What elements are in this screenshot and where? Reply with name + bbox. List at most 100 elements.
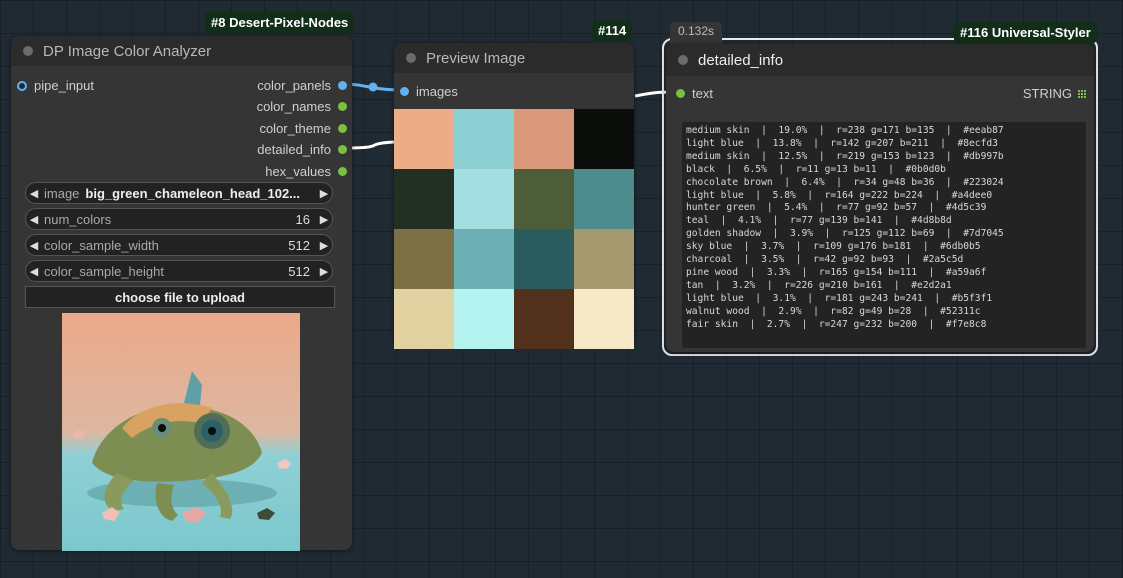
info-line: pine wood | 3.3% | r=165 g=154 b=111 | #…: [686, 266, 987, 278]
arrow-right-icon[interactable]: ▶: [316, 265, 332, 278]
color-swatch: [574, 109, 634, 169]
arrow-right-icon[interactable]: ▶: [316, 239, 332, 252]
color-swatch: [454, 229, 514, 289]
output-label: color_theme: [259, 121, 331, 136]
node-116-title-bar[interactable]: detailed_info: [666, 44, 1094, 76]
output-color-theme[interactable]: color_theme: [259, 121, 347, 136]
input-slot-dot-icon[interactable]: [17, 80, 27, 91]
info-line: light blue | 5.8% | r=164 g=222 b=224 | …: [686, 189, 993, 201]
collapse-dot-icon[interactable]: [23, 46, 33, 56]
node-8-badge: #8 Desert-Pixel-Nodes: [205, 12, 355, 33]
widget-label: color_sample_width: [44, 237, 159, 253]
input-label: text: [692, 86, 713, 101]
output-hex-values[interactable]: hex_values: [265, 164, 347, 179]
detailed-info-textarea[interactable]: medium skin | 19.0% | r=238 g=171 b=135 …: [682, 122, 1086, 348]
output-slot-dot-icon[interactable]: [338, 167, 347, 176]
input-images[interactable]: images: [400, 84, 458, 99]
input-slot-dot-icon[interactable]: [400, 87, 409, 96]
info-line: black | 6.5% | r=11 g=13 b=11 | #0b0d0b: [686, 163, 946, 175]
color-swatch: [514, 109, 574, 169]
output-slot-dot-icon[interactable]: [338, 81, 347, 90]
output-slot-dot-icon[interactable]: [338, 124, 347, 133]
info-line: fair skin | 2.7% | r=247 g=232 b=200 | #…: [686, 318, 987, 330]
output-detailed-info[interactable]: detailed_info: [257, 142, 347, 157]
color-swatch: [454, 109, 514, 169]
upload-button[interactable]: choose file to upload: [25, 286, 335, 308]
output-label: STRING: [1022, 86, 1072, 101]
num-colors-value: 16: [295, 211, 310, 227]
node-116-badge: #116 Universal-Styler: [954, 22, 1097, 43]
color-swatch: [394, 109, 454, 169]
output-slot-dot-icon[interactable]: [338, 102, 347, 111]
node-detailed-info[interactable]: detailed_info text STRING medium skin | …: [666, 44, 1094, 352]
node-preview-image[interactable]: Preview Image images: [394, 43, 634, 349]
widget-label: num_colors: [44, 211, 112, 227]
arrow-left-icon[interactable]: ◀: [26, 187, 42, 200]
execution-time-label: 0.132s: [670, 22, 723, 46]
color-sample-width-widget[interactable]: ◀ color_sample_width 512 ▶: [25, 234, 333, 256]
info-line: light blue | 13.8% | r=142 g=207 b=211 |…: [686, 137, 998, 149]
node-8-title-bar[interactable]: DP Image Color Analyzer: [11, 36, 352, 66]
widget-label: image: [44, 185, 80, 201]
info-line: medium skin | 12.5% | r=219 g=153 b=123 …: [686, 150, 1004, 162]
node-116-title: detailed_info: [698, 51, 784, 69]
sample-height-value: 512: [288, 263, 310, 279]
output-color-panels[interactable]: color_panels: [257, 78, 347, 93]
color-swatch: [394, 169, 454, 229]
output-color-names[interactable]: color_names: [257, 99, 347, 114]
color-swatch: [514, 289, 574, 349]
output-label: detailed_info: [257, 142, 331, 157]
info-line: walnut wood | 2.9% | r=82 g=49 b=28 | #5…: [686, 305, 981, 317]
info-line: golden shadow | 3.9% | r=125 g=112 b=69 …: [686, 228, 1004, 240]
color-swatch: [454, 169, 514, 229]
node-dp-image-color-analyzer[interactable]: DP Image Color Analyzer pipe_input color…: [11, 36, 352, 551]
collapse-dot-icon[interactable]: [406, 53, 416, 63]
output-slot-dot-icon[interactable]: [338, 145, 347, 154]
output-label: hex_values: [265, 164, 331, 179]
node-8-title: DP Image Color Analyzer: [43, 42, 212, 60]
info-line: light blue | 3.1% | r=181 g=243 b=241 | …: [686, 292, 993, 304]
color-swatch: [394, 229, 454, 289]
color-swatch: [574, 289, 634, 349]
grid-slot-icon[interactable]: [1078, 89, 1086, 98]
info-line: charcoal | 3.5% | r=42 g=92 b=93 | #2a5c…: [686, 254, 964, 266]
widget-label: color_sample_height: [44, 263, 164, 279]
collapse-dot-icon[interactable]: [678, 55, 688, 65]
arrow-left-icon[interactable]: ◀: [26, 213, 42, 226]
arrow-left-icon[interactable]: ◀: [26, 239, 42, 252]
input-label: pipe_input: [34, 78, 94, 93]
color-swatch: [454, 289, 514, 349]
color-swatch: [514, 169, 574, 229]
color-swatch: [574, 229, 634, 289]
sample-width-value: 512: [288, 237, 310, 253]
info-line: hunter green | 5.4% | r=77 g=92 b=57 | #…: [686, 202, 987, 214]
color-swatch: [574, 169, 634, 229]
input-label: images: [416, 84, 458, 99]
color-swatch-grid: [394, 109, 634, 349]
output-string[interactable]: STRING: [1023, 86, 1086, 101]
link-midpoint-handle[interactable]: [368, 82, 378, 92]
image-combo-widget[interactable]: ◀ image big_green_chameleon_head_102... …: [25, 182, 333, 204]
arrow-right-icon[interactable]: ▶: [316, 213, 332, 226]
num-colors-widget[interactable]: ◀ num_colors 16 ▶: [25, 208, 333, 230]
output-label: color_panels: [257, 78, 331, 93]
color-swatch: [394, 289, 454, 349]
node-114-title-bar[interactable]: Preview Image: [394, 43, 634, 73]
info-line: tan | 3.2% | r=226 g=210 b=161 | #e2d2a1: [686, 279, 952, 291]
input-slot-dot-icon[interactable]: [676, 89, 685, 98]
input-text[interactable]: text: [676, 86, 713, 101]
color-swatch: [514, 229, 574, 289]
node-114-badge: #114: [592, 20, 633, 41]
image-filename-value: big_green_chameleon_head_102...: [85, 185, 301, 201]
chameleon-image: [62, 313, 300, 551]
info-line: medium skin | 19.0% | r=238 g=171 b=135 …: [686, 125, 1004, 136]
node-114-title: Preview Image: [426, 49, 526, 67]
info-line: sky blue | 3.7% | r=109 g=176 b=181 | #6…: [686, 241, 981, 253]
info-line: chocolate brown | 6.4% | r=34 g=48 b=36 …: [686, 176, 1004, 188]
arrow-left-icon[interactable]: ◀: [26, 265, 42, 278]
info-line: teal | 4.1% | r=77 g=139 b=141 | #4d8b8d: [686, 215, 952, 227]
color-sample-height-widget[interactable]: ◀ color_sample_height 512 ▶: [25, 260, 333, 282]
input-pipe-input[interactable]: pipe_input: [17, 78, 94, 93]
arrow-right-icon[interactable]: ▶: [316, 187, 332, 200]
output-label: color_names: [256, 99, 331, 114]
